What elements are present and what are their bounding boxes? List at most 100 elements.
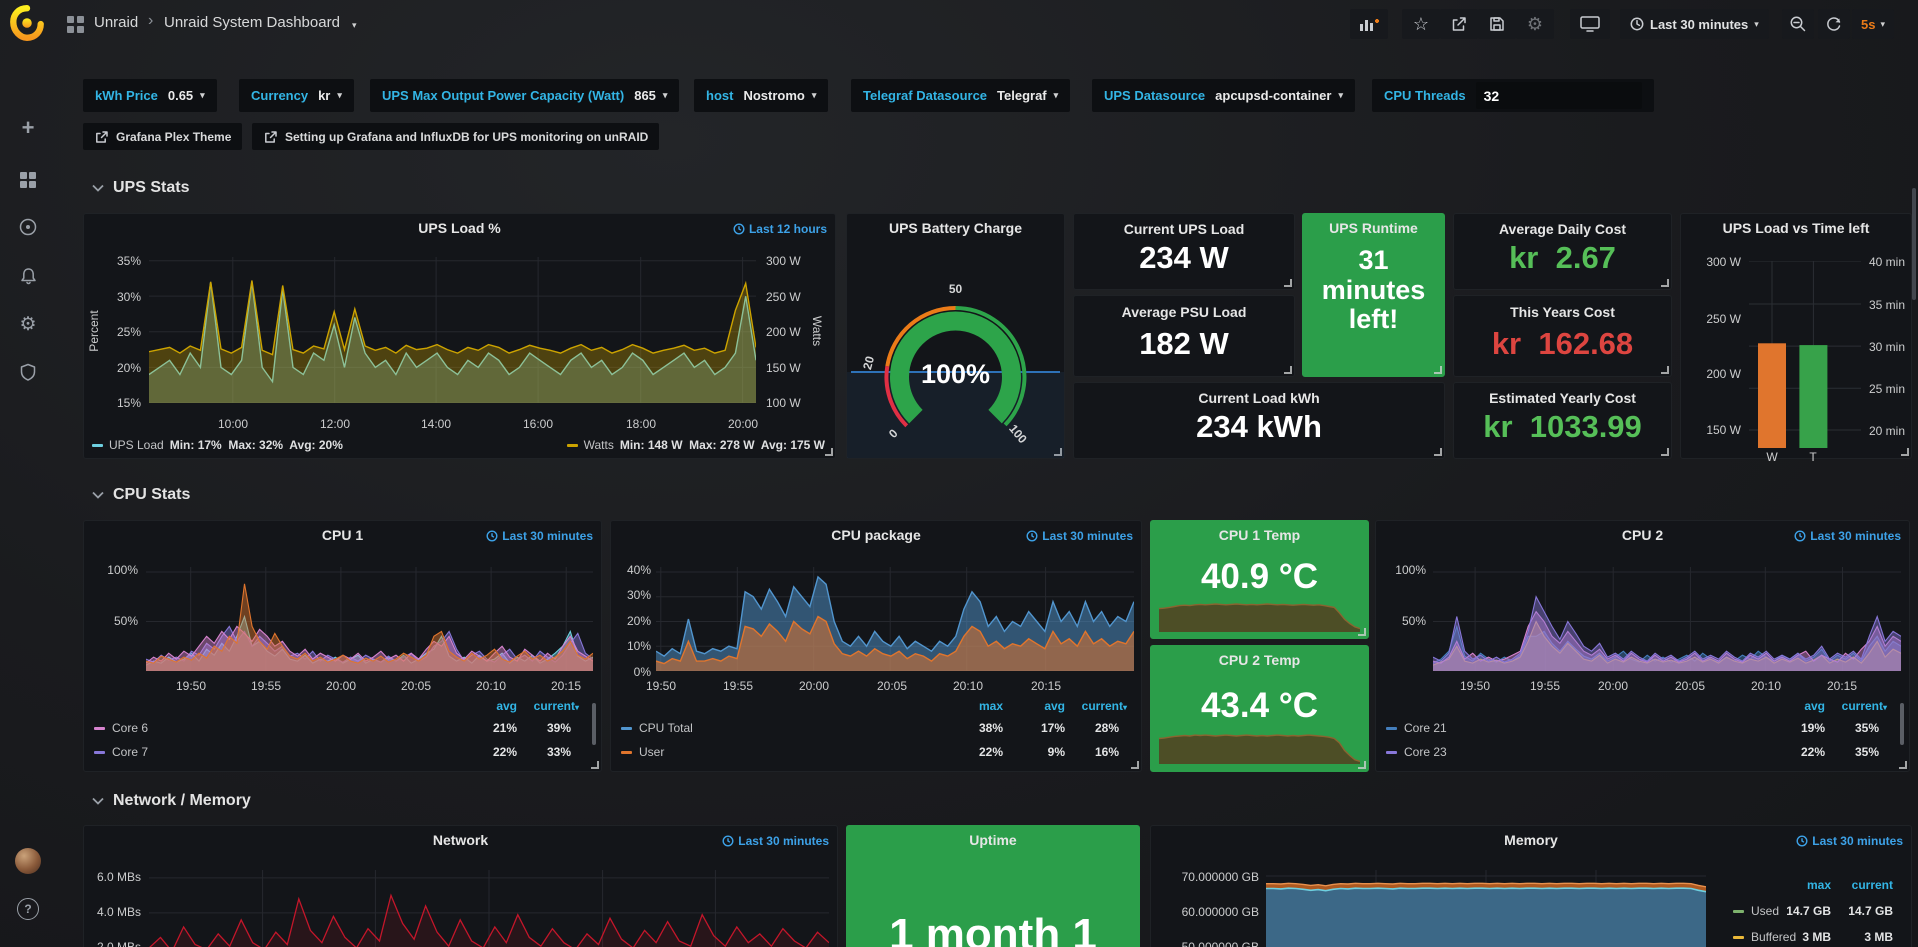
- panel-time-range[interactable]: Last 30 minutes: [1794, 529, 1901, 543]
- legend-series-name[interactable]: User: [621, 745, 664, 759]
- share-button[interactable]: [1440, 9, 1478, 39]
- panel-title[interactable]: CPU 1 Temp: [1161, 527, 1358, 543]
- page-scrollbar[interactable]: [1912, 188, 1916, 300]
- breadcrumb-page-title[interactable]: Unraid System Dashboard: [164, 14, 340, 31]
- user-avatar[interactable]: [13, 846, 43, 876]
- variable-label: UPS Max Output Power Capacity (Watt): [382, 88, 624, 103]
- battery-gauge[interactable]: 02050100: [848, 244, 1063, 449]
- link-grafana-plex-theme[interactable]: Grafana Plex Theme: [83, 123, 242, 150]
- dashboard-settings-button[interactable]: ⚙: [1516, 9, 1554, 39]
- x-tick: 20:15: [544, 679, 588, 693]
- legend-series-name[interactable]: CPU Total: [621, 721, 693, 735]
- legend-series-name[interactable]: Watts: [584, 438, 614, 452]
- panel-time-range[interactable]: Last 30 minutes: [486, 529, 593, 543]
- sidebar-explore-button[interactable]: [13, 212, 43, 242]
- panel-time-range[interactable]: Last 30 minutes: [1796, 834, 1903, 848]
- time-range-picker[interactable]: Last 30 minutes ▾: [1620, 9, 1769, 39]
- panel-title[interactable]: Average PSU Load: [1084, 304, 1284, 320]
- panel-title[interactable]: This Years Cost: [1464, 304, 1661, 320]
- panel-title[interactable]: UPS Battery Charge: [857, 220, 1054, 236]
- add-panel-button[interactable]: [1350, 9, 1388, 39]
- svg-text:100: 100: [1006, 422, 1030, 447]
- panel-title[interactable]: Current UPS Load: [1084, 221, 1284, 237]
- save-button[interactable]: [1478, 9, 1516, 39]
- legend-series-name[interactable]: Core 6: [94, 721, 148, 735]
- caret-down-icon[interactable]: ▾: [352, 20, 357, 31]
- legend-series-name[interactable]: UPS Load: [109, 438, 164, 452]
- cpu1-plot[interactable]: [146, 567, 593, 671]
- panel-title[interactable]: UPS Runtime: [1309, 220, 1438, 236]
- panel-title[interactable]: UPS Load vs Time left: [1687, 220, 1905, 236]
- legend-scrollbar[interactable]: [592, 703, 596, 745]
- legend-header-avg[interactable]: avg: [1775, 699, 1825, 713]
- panel-time-range[interactable]: Last 30 minutes: [1026, 529, 1133, 543]
- legend-header-avg[interactable]: avg: [1015, 699, 1065, 713]
- legend-scrollbar[interactable]: [1900, 703, 1904, 745]
- variable-value[interactable]: 0.65▾: [168, 88, 205, 103]
- panel-title[interactable]: Network: [124, 832, 797, 848]
- sidebar-create-button[interactable]: +: [13, 113, 43, 143]
- panel-title[interactable]: Memory: [1191, 832, 1871, 848]
- variable-ups-max-watt[interactable]: UPS Max Output Power Capacity (Watt) 865…: [370, 79, 679, 112]
- variable-kwh-price[interactable]: kWh Price 0.65▾: [83, 79, 217, 112]
- cpu-threads-input[interactable]: [1476, 82, 1642, 109]
- y-tick: 20 min: [1869, 424, 1905, 438]
- ups-bar-plot[interactable]: [1749, 261, 1861, 448]
- legend-series-name[interactable]: Used: [1733, 904, 1779, 918]
- panel-title[interactable]: Uptime: [887, 832, 1099, 848]
- sidebar-help-button[interactable]: ?: [13, 894, 43, 924]
- memory-plot[interactable]: [1266, 870, 1706, 947]
- ups-load-plot[interactable]: [149, 257, 756, 403]
- y-tick: 150 W: [766, 361, 801, 375]
- breadcrumb-app[interactable]: Unraid: [94, 14, 138, 31]
- legend-header-max[interactable]: max: [1775, 878, 1831, 892]
- legend-header-current[interactable]: current▾: [1832, 699, 1887, 713]
- x-tick: 19:50: [639, 679, 683, 693]
- sidebar-admin-shield-button[interactable]: [13, 357, 43, 387]
- panel-title[interactable]: Estimated Yearly Cost: [1464, 390, 1661, 406]
- grafana-logo[interactable]: [8, 4, 46, 42]
- variable-value[interactable]: Telegraf▾: [997, 88, 1058, 103]
- variable-currency[interactable]: Currency kr▾: [239, 79, 354, 112]
- variable-telegraf-datasource[interactable]: Telegraf Datasource Telegraf▾: [851, 79, 1070, 112]
- sidebar-alerting-button[interactable]: [13, 261, 43, 291]
- cycle-view-button[interactable]: [1570, 9, 1610, 39]
- variable-ups-datasource[interactable]: UPS Datasource apcupsd-container▾: [1092, 79, 1355, 112]
- section-network-memory[interactable]: Network / Memory: [92, 792, 251, 810]
- refresh-button[interactable]: [1818, 9, 1850, 39]
- panel-title[interactable]: Average Daily Cost: [1464, 221, 1661, 237]
- legend-header-current[interactable]: current▾: [524, 699, 579, 713]
- apps-grid-icon[interactable]: [66, 15, 85, 34]
- panel-time-range[interactable]: Last 30 minutes: [722, 834, 829, 848]
- legend-header-current[interactable]: current: [1837, 878, 1893, 892]
- variable-host[interactable]: host Nostromo▾: [694, 79, 828, 112]
- panel-title[interactable]: UPS Load %: [124, 220, 795, 236]
- panel-time-range[interactable]: Last 12 hours: [733, 222, 827, 236]
- variable-value[interactable]: apcupsd-container▾: [1215, 88, 1343, 103]
- link-ups-monitoring-guide[interactable]: Setting up Grafana and InfluxDB for UPS …: [252, 123, 659, 150]
- zoom-out-button[interactable]: [1782, 9, 1814, 39]
- cpu-package-plot[interactable]: [656, 567, 1134, 671]
- section-ups-stats[interactable]: UPS Stats: [92, 179, 189, 197]
- panel-cpu1-temp: CPU 1 Temp 40.9 °C: [1150, 520, 1369, 639]
- caret-down-icon: ▾: [1054, 90, 1059, 101]
- network-plot[interactable]: [149, 870, 829, 947]
- section-cpu-stats[interactable]: CPU Stats: [92, 486, 190, 504]
- legend-series-name[interactable]: Core 23: [1386, 745, 1447, 759]
- legend-header-max[interactable]: max: [953, 699, 1003, 713]
- refresh-interval-picker[interactable]: 5s ▾: [1852, 9, 1894, 39]
- variable-value[interactable]: kr▾: [318, 88, 342, 103]
- sidebar-settings-button[interactable]: ⚙: [13, 309, 43, 339]
- legend-header-avg[interactable]: avg: [467, 699, 517, 713]
- legend-series-name[interactable]: Core 7: [94, 745, 148, 759]
- variable-value[interactable]: Nostromo▾: [743, 88, 816, 103]
- legend-header-current[interactable]: current▾: [1072, 699, 1127, 713]
- legend-series-name[interactable]: Core 21: [1386, 721, 1447, 735]
- panel-title[interactable]: Current Load kWh: [1084, 390, 1434, 406]
- star-button[interactable]: ☆: [1402, 9, 1440, 39]
- cpu2-plot[interactable]: [1433, 567, 1901, 671]
- panel-title[interactable]: CPU 2 Temp: [1161, 652, 1358, 668]
- sidebar-dashboards-button[interactable]: [13, 165, 43, 195]
- legend-series-stats: Min: 17% Max: 32% Avg: 20%: [170, 438, 343, 452]
- variable-value[interactable]: 865▾: [634, 88, 667, 103]
